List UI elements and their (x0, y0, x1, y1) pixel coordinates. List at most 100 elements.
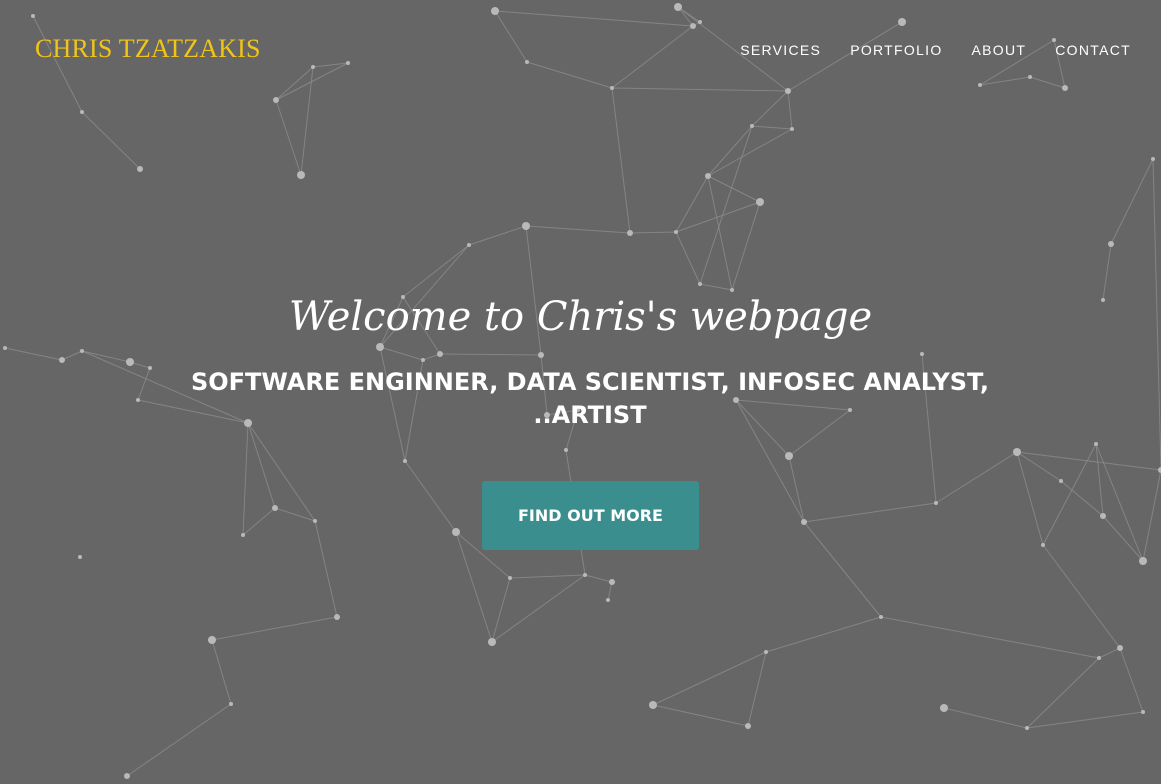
network-node (78, 555, 82, 559)
network-node (1041, 543, 1045, 547)
hero-headline: Welcome to Chris's webpage (288, 294, 873, 340)
nav-item-portfolio[interactable]: PORTFOLIO (850, 42, 942, 58)
network-node (879, 615, 883, 619)
find-out-more-button[interactable]: FIND OUT MORE (482, 481, 699, 550)
network-link (1026, 657, 1100, 729)
network-node (1097, 656, 1101, 660)
hero-subheading-line-1: SOFTWARE ENGINNER, DATA SCIENTIST, INFOS… (190, 368, 990, 396)
network-node (785, 452, 793, 460)
network-node (313, 519, 317, 523)
network-node (790, 127, 794, 131)
network-link (935, 451, 1018, 504)
network-link (1095, 443, 1144, 562)
network-link (1042, 443, 1097, 546)
network-link (211, 616, 338, 641)
network-link (525, 225, 631, 234)
network-link (211, 639, 232, 705)
network-node (525, 60, 529, 64)
network-link (803, 521, 882, 618)
network-node (627, 230, 633, 236)
network-link (1098, 647, 1121, 659)
network-link (1102, 515, 1144, 562)
network-link (675, 201, 761, 233)
network-node (705, 173, 711, 179)
network-link (707, 175, 733, 291)
network-link (379, 346, 424, 361)
nav-item-contact[interactable]: CONTACT (1055, 42, 1131, 58)
network-node (137, 166, 143, 172)
brand-logo[interactable]: CHRIS TZATZAKIS (35, 34, 261, 64)
network-node (311, 65, 315, 69)
network-link (629, 231, 677, 234)
hero-section: CHRIS TZATZAKIS SERVICES PORTFOLIO ABOUT… (0, 0, 1161, 784)
network-link (1119, 647, 1144, 713)
network-node (80, 349, 84, 353)
network-node (750, 124, 754, 128)
network-link (1042, 544, 1121, 649)
network-link (402, 244, 470, 298)
network-link (61, 350, 83, 361)
network-link (1016, 451, 1044, 546)
network-link (494, 10, 694, 27)
network-link (765, 616, 882, 653)
network-link (675, 231, 701, 285)
network-node (690, 23, 696, 29)
network-node (148, 366, 152, 370)
network-node (730, 288, 734, 292)
network-node (136, 398, 140, 402)
network-node (126, 358, 134, 366)
network-node (376, 343, 384, 351)
network-node (273, 97, 279, 103)
network-node (649, 701, 657, 709)
network-link (1095, 443, 1104, 517)
network-link (1026, 711, 1144, 729)
network-link (274, 507, 316, 522)
network-node (674, 230, 678, 234)
network-link (1029, 76, 1066, 89)
network-link (787, 90, 793, 130)
network-node (488, 638, 496, 646)
network-node (124, 773, 130, 779)
network-node (538, 352, 544, 358)
network-node (31, 14, 35, 18)
network-node (229, 702, 233, 706)
network-node (978, 83, 982, 87)
network-node (1028, 75, 1032, 79)
network-link (491, 577, 511, 643)
network-link (312, 62, 349, 68)
network-link (300, 66, 314, 176)
network-node (801, 519, 807, 525)
network-node (698, 20, 702, 24)
network-link (526, 61, 613, 89)
network-link (707, 128, 793, 177)
network-node (508, 576, 512, 580)
network-link (4, 347, 63, 361)
network-link (1142, 469, 1161, 562)
network-node (59, 357, 65, 363)
network-link (1016, 451, 1161, 471)
network-node (1141, 710, 1145, 714)
network-link (137, 367, 151, 401)
network-node (785, 88, 791, 94)
network-link (1102, 243, 1112, 301)
network-node (610, 86, 614, 90)
nav-item-services[interactable]: SERVICES (740, 42, 821, 58)
network-node (272, 505, 278, 511)
network-node (1062, 85, 1068, 91)
network-link (404, 460, 457, 533)
nav-item-about[interactable]: ABOUT (972, 42, 1027, 58)
network-link (747, 651, 767, 727)
network-link (880, 616, 1100, 659)
network-node (1013, 448, 1021, 456)
network-link (81, 111, 141, 170)
network-link (731, 201, 761, 291)
network-node (898, 18, 906, 26)
network-link (652, 704, 749, 727)
network-node (522, 222, 530, 230)
network-node (934, 501, 938, 505)
network-node (1100, 513, 1106, 519)
network-link (275, 99, 302, 176)
network-node (334, 614, 340, 620)
network-link (242, 422, 249, 536)
network-link (494, 10, 528, 63)
